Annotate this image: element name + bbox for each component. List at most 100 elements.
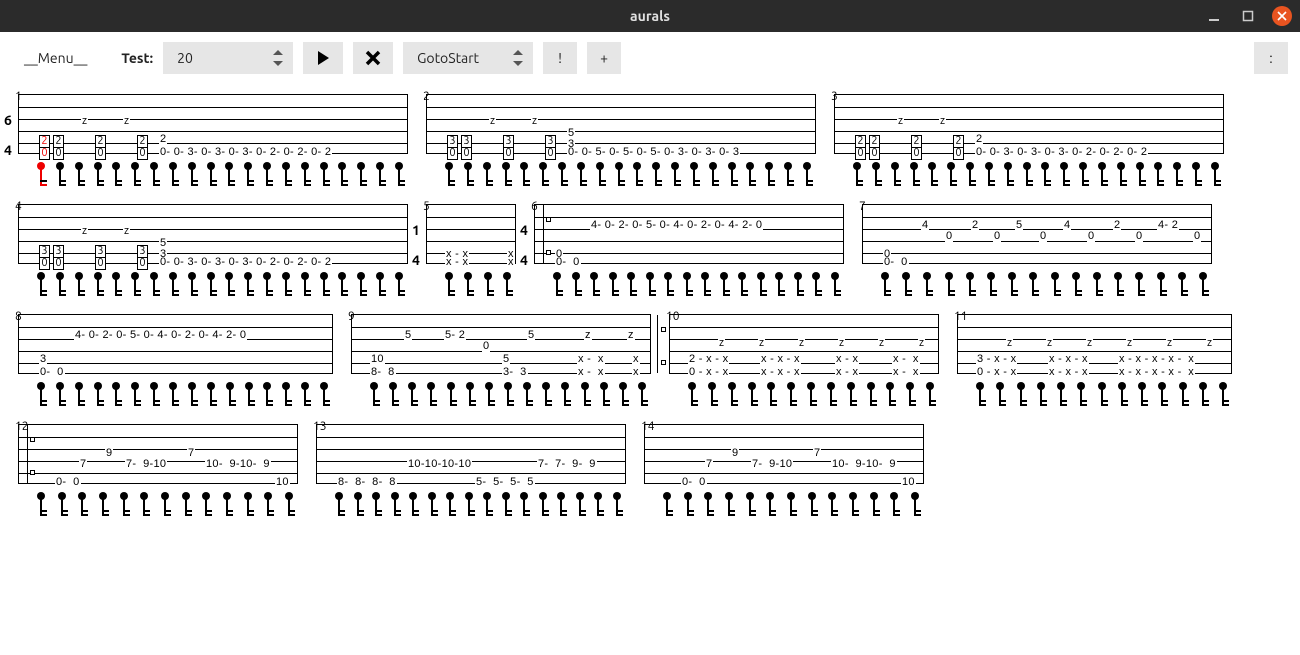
minimize-button[interactable] — [1204, 6, 1224, 26]
tab-notes[interactable]: 2 — [1113, 220, 1121, 231]
tab-notes[interactable]: 9 — [105, 448, 113, 459]
tab-notes[interactable]: 7 — [705, 459, 713, 470]
chord[interactable]: 30 — [545, 135, 556, 159]
tab-notes[interactable]: 4- 0- 2- 0- 5- 0- 4- 0- 2- 0- 4- 2- 0 — [590, 220, 763, 231]
chord[interactable]: 20 — [911, 135, 922, 159]
tab-notes[interactable]: 7 — [813, 448, 821, 459]
tab-notes[interactable]: x — [632, 367, 640, 378]
tab-notes[interactable]: 3 — [39, 354, 47, 365]
tab-notes[interactable]: 4 — [921, 220, 929, 231]
tab-notes[interactable]: 0 — [1087, 231, 1095, 242]
maximize-button[interactable] — [1238, 6, 1258, 26]
tab-notes[interactable]: 0 — [945, 231, 953, 242]
tab-notes[interactable]: 0- 0- 3- 0- 3- 0- 3- 0- 2- 0- 2- 0- 2 — [159, 147, 332, 158]
chord[interactable]: 30 — [503, 135, 514, 159]
tab-notes[interactable]: 4- 2 — [1157, 220, 1179, 231]
tab-notes[interactable]: 2 — [975, 134, 983, 145]
tab-notes[interactable]: x - x - x — [760, 354, 801, 365]
tab-notes[interactable]: x - x — [577, 367, 605, 378]
chord[interactable]: 30 — [39, 245, 50, 269]
tab-notes[interactable]: 0 — [1135, 231, 1143, 242]
tab-notes[interactable]: x - x — [577, 354, 605, 365]
tab-notes[interactable]: 5- 5- 5- 5 — [475, 477, 535, 488]
cancel-button[interactable] — [353, 42, 393, 74]
tab-notes[interactable]: 0- 0 — [555, 257, 581, 268]
tab-notes[interactable]: 5 — [527, 330, 535, 341]
measure[interactable]: 514x - xxx - xx — [426, 204, 516, 296]
tab-notes[interactable]: 0- 0 — [39, 367, 65, 378]
tab-notes[interactable]: 7- 9-10 — [125, 459, 167, 470]
tab-notes[interactable]: 0 — [993, 231, 1001, 242]
test-spinbox[interactable]: 20 — [163, 42, 293, 74]
tab-notes[interactable]: 10 — [275, 477, 290, 488]
tab-notes[interactable]: 10 — [901, 477, 916, 488]
measure[interactable]: 430303030zz530- 0- 3- 0- 3- 0- 3- 0- 2- … — [18, 204, 408, 296]
tab-notes[interactable]: 10 — [370, 354, 385, 365]
chord[interactable]: 20 — [39, 135, 50, 159]
tab-notes[interactable]: 4- 0- 2- 0- 5- 0- 4- 0- 2- 0- 4- 2- 0 — [74, 330, 247, 341]
chord[interactable]: 20 — [95, 135, 106, 159]
measure[interactable]: 1310-10-10-107- 7- 9- 98- 8- 8- 85- 5- 5… — [316, 424, 626, 516]
play-button[interactable] — [303, 42, 343, 74]
tab-notes[interactable]: 4 — [1063, 220, 1071, 231]
tab-notes[interactable]: 2 — [159, 134, 167, 145]
chord[interactable]: 30 — [447, 135, 458, 159]
tab-notes[interactable]: 7- 9-10 — [751, 459, 793, 470]
tab-notes[interactable]: 0- 0- 3- 0- 3- 0- 3- 0- 2- 0- 2- 0- 2 — [975, 147, 1148, 158]
tablature-sheet[interactable]: 16420202020zz20- 0- 3- 0- 3- 0- 3- 0- 2-… — [0, 84, 1300, 516]
chord[interactable]: 20 — [855, 135, 866, 159]
measure[interactable]: 84- 0- 2- 0- 5- 0- 4- 0- 2- 0- 4- 2- 030… — [18, 314, 333, 406]
tab-notes[interactable]: x - x — [892, 354, 920, 365]
measure[interactable]: 320202020zz20- 0- 3- 0- 3- 0- 3- 0- 2- 0… — [834, 94, 1224, 186]
goto-select[interactable]: GotoStart — [403, 42, 533, 74]
tab-notes[interactable]: 5 — [404, 330, 412, 341]
chord[interactable]: 30 — [53, 245, 64, 269]
measure[interactable]: 14977- 9-10710- 9-10- 90- 010 — [644, 424, 924, 516]
chord[interactable]: 30 — [137, 245, 148, 269]
tab-notes[interactable]: 0 — [1039, 231, 1047, 242]
tab-notes[interactable]: 0 — [482, 341, 490, 352]
chord[interactable]: 30 — [461, 135, 472, 159]
menu-button[interactable]: __Menu__ — [12, 42, 99, 74]
tab-notes[interactable]: z — [584, 330, 592, 341]
tab-notes[interactable]: 5 — [1015, 220, 1023, 231]
overflow-button[interactable]: : — [1254, 42, 1288, 74]
tab-notes[interactable]: 2 - x - x — [688, 354, 729, 365]
bang-button[interactable]: ! — [543, 42, 577, 74]
tab-notes[interactable]: 0- 0 — [55, 477, 81, 488]
tab-notes[interactable]: x - x - x — [1048, 354, 1089, 365]
measure[interactable]: 955- 2501058- 83- 3zzx - xxx - xx — [351, 314, 651, 406]
tab-notes[interactable]: 5- 2 — [444, 330, 466, 341]
chord[interactable]: 20 — [953, 135, 964, 159]
tab-notes[interactable]: 5 — [502, 354, 510, 365]
measure[interactable]: 10zzzzzz2 - x - xx - x - xx - xx - x0 - … — [669, 314, 939, 406]
tab-notes[interactable]: 7 — [187, 448, 195, 459]
tab-notes[interactable]: x - x - x — [1048, 367, 1089, 378]
measure[interactable]: 11zzzzzz3 - x - xx - x - xx - x - x - x … — [957, 314, 1232, 406]
tab-notes[interactable]: 7 — [79, 459, 87, 470]
chord[interactable]: 20 — [869, 135, 880, 159]
tab-notes[interactable]: 0 — [1193, 231, 1201, 242]
tab-notes[interactable]: 7- 7- 9- 9 — [537, 459, 597, 470]
chord[interactable]: 20 — [53, 135, 64, 159]
tab-notes[interactable]: x - x - x - x - x — [1118, 354, 1195, 365]
plus-button[interactable]: + — [587, 42, 621, 74]
tab-notes[interactable]: 3- 3 — [502, 367, 528, 378]
tab-notes[interactable]: 9 — [731, 448, 739, 459]
tab-notes[interactable]: 3 - x - x — [976, 354, 1017, 365]
tab-notes[interactable]: x - x — [892, 367, 920, 378]
tab-notes[interactable]: 10- 9-10- 9 — [205, 459, 271, 470]
close-button[interactable] — [1272, 6, 1292, 26]
tab-notes[interactable]: 0 - x - x — [688, 367, 729, 378]
chord[interactable]: 30 — [95, 245, 106, 269]
measure[interactable]: 7425424- 200000000- 0 — [862, 204, 1212, 296]
measure[interactable]: 230303030zz530- 0- 5- 0- 5- 0- 5- 0- 3- … — [426, 94, 816, 186]
tab-notes[interactable]: 0- 0- 3- 0- 3- 0- 3- 0- 2- 0- 2- 0- 2 — [159, 257, 332, 268]
tab-notes[interactable]: 8- 8- 8- 8 — [337, 477, 397, 488]
tab-notes[interactable]: z — [627, 330, 635, 341]
tab-notes[interactable]: x - x — [835, 367, 859, 378]
tab-notes[interactable]: x - x - x — [760, 367, 801, 378]
tab-notes[interactable]: 0- 0- 5- 0- 5- 0- 5- 0- 3- 0- 3- 0- 3 — [567, 147, 740, 158]
measure[interactable]: 12977- 9-10710- 9-10- 90- 010 — [18, 424, 298, 516]
tab-notes[interactable]: 0- 0 — [681, 477, 707, 488]
